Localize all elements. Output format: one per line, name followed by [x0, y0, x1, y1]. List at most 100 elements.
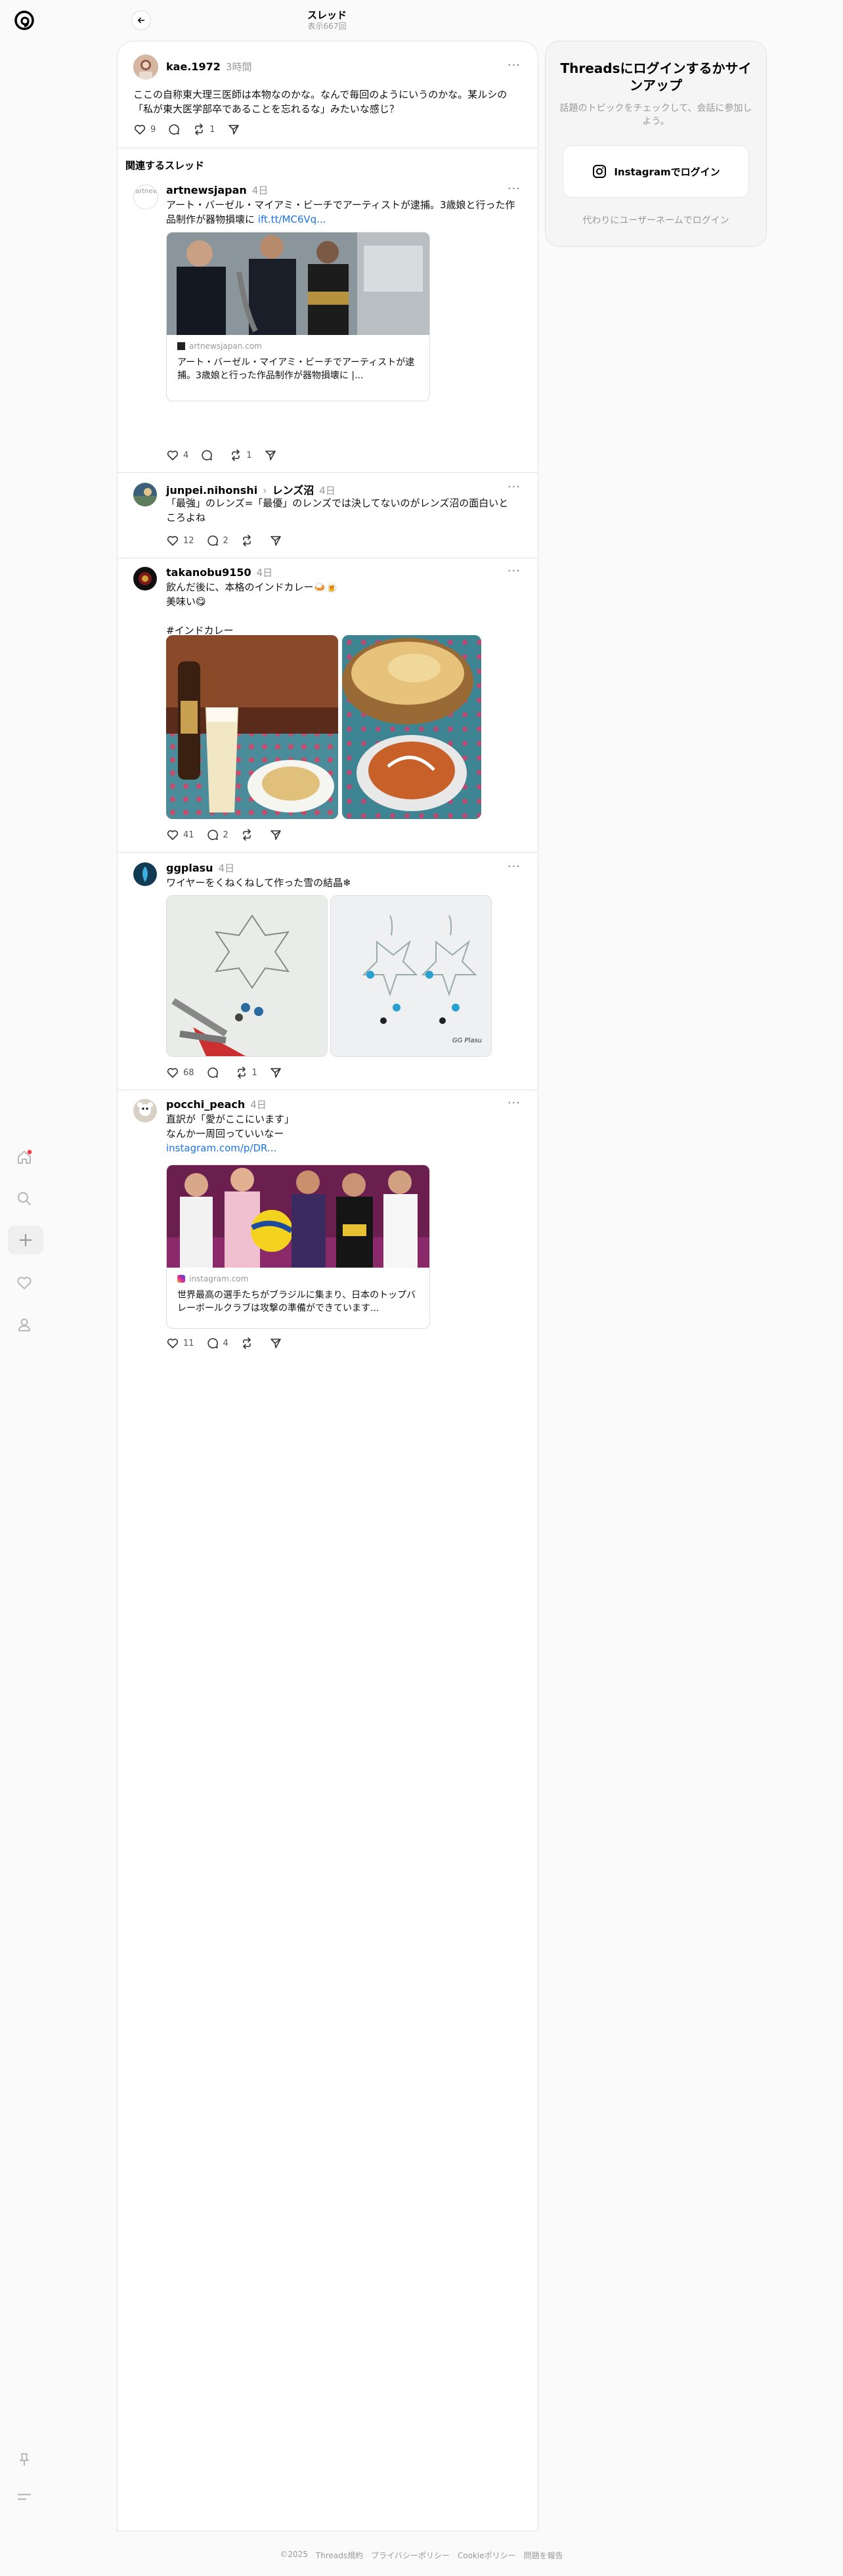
footer-link-cookies[interactable]: Cookieポリシー	[458, 2550, 516, 2561]
main-post: kae.1972 3時間 ··· ここの自称東大理三医師は本物なのかな。なんで毎回…	[118, 41, 538, 148]
repost-icon	[243, 829, 251, 841]
more-options-icon[interactable]: ···	[508, 1096, 521, 1110]
post-image[interactable]	[166, 895, 328, 1057]
avatar[interactable]: artnewsjapan	[133, 185, 158, 210]
repost-button[interactable]: 1	[235, 1066, 257, 1079]
heart-icon	[167, 830, 179, 840]
heart-icon	[167, 1339, 179, 1348]
post-time: 4日	[319, 485, 335, 497]
post-username[interactable]: takanobu9150 4日	[166, 566, 272, 579]
repost-button[interactable]: 1	[192, 123, 215, 136]
preview-image	[167, 233, 429, 335]
post-username[interactable]: pocchi_peach 4日	[166, 1098, 267, 1111]
post-time: 4日	[256, 567, 273, 579]
comment-button[interactable]: 2	[206, 828, 228, 841]
more-options-icon[interactable]: ···	[508, 480, 521, 494]
create-button[interactable]	[8, 1226, 43, 1255]
more-options-icon[interactable]: ···	[508, 860, 521, 874]
post-text: ワイヤーをくねくねして作った雪の結晶❄	[166, 877, 351, 889]
username-login-link[interactable]: 代わりにユーザーネームでログイン	[559, 213, 753, 227]
more-options-icon[interactable]: ···	[508, 564, 521, 578]
avatar-alt-text: artnewsjapan	[135, 188, 158, 195]
login-subtitle: 話題のトピックをチェックして、会話に参加しよう。	[559, 103, 752, 127]
like-button[interactable]: 9	[133, 123, 156, 136]
threads-logo-icon[interactable]	[13, 9, 35, 32]
image-watermark: GG Plasu	[452, 1037, 482, 1044]
footer-copyright: ©2025	[280, 2550, 308, 2559]
post-time: 4日	[251, 185, 269, 196]
post-text: ここの自称東大理三医師は本物なのかな。なんで毎回のようにいうのかな。某ルシの「私…	[133, 89, 508, 115]
repost-button[interactable]	[240, 1337, 257, 1350]
post-actions: 11 4	[166, 1337, 282, 1350]
post-username[interactable]: ggplasu 4日	[166, 861, 234, 875]
post-actions: 12 2	[166, 534, 282, 547]
repost-button[interactable]	[240, 828, 257, 841]
comment-button[interactable]	[206, 1066, 223, 1079]
footer-link-report[interactable]: 問題を報告	[524, 2550, 563, 2561]
share-button[interactable]	[269, 534, 282, 547]
avatar[interactable]	[133, 567, 157, 590]
footer: ©2025 Threads規約 プライバシーポリシー Cookieポリシー 問題…	[0, 2550, 843, 2561]
topic-tag[interactable]: レンズ沼	[272, 484, 314, 497]
share-button[interactable]	[227, 123, 240, 136]
post-text: 飲んだ後に、本格のインドカレー🍛🍺 美味い😋 #インドカレー	[166, 581, 338, 636]
heart-icon	[167, 1068, 179, 1078]
more-options-icon[interactable]: ···	[508, 182, 521, 196]
thread-post: ggplasu 4日 ··· ワイヤーをくねくねして作った雪の結晶❄ GG Pl…	[118, 852, 538, 1090]
send-icon	[270, 1068, 281, 1078]
share-button[interactable]	[269, 828, 282, 841]
link-preview-card[interactable]: artnewsjapan.com アート・バーゼル・マイアミ・ビーチでアーティス…	[166, 232, 430, 401]
avatar[interactable]	[133, 862, 157, 886]
repost-button[interactable]: 1	[229, 449, 252, 462]
repost-icon	[243, 535, 251, 546]
post-image[interactable]: GG Plasu	[330, 895, 492, 1057]
footer-link-privacy[interactable]: プライバシーポリシー	[371, 2550, 450, 2561]
pin-icon[interactable]	[14, 2450, 34, 2470]
share-button[interactable]	[264, 449, 277, 462]
repost-icon	[232, 449, 240, 461]
post-username[interactable]: junpei.nihonshi › レンズ沼 4日	[166, 481, 335, 497]
post-text: 直訳が「愛がここにいます」 なんか一周回っていいなー instagram.com…	[166, 1112, 515, 1155]
like-button[interactable]: 68	[166, 1066, 194, 1079]
like-button[interactable]: 41	[166, 828, 194, 841]
repost-icon	[243, 1337, 251, 1349]
post-link[interactable]: ift.tt/MC6Vq...	[258, 213, 326, 225]
share-button[interactable]	[269, 1066, 282, 1079]
heart-icon[interactable]	[14, 1273, 34, 1293]
like-button[interactable]: 4	[166, 449, 188, 462]
footer-link-terms[interactable]: Threads規約	[316, 2550, 363, 2561]
heart-icon	[167, 536, 179, 546]
like-button[interactable]: 11	[166, 1337, 194, 1350]
card-source: artnewsjapan.com	[177, 342, 419, 351]
like-button[interactable]: 12	[166, 534, 194, 547]
view-count: 表示667回	[307, 22, 347, 31]
profile-icon[interactable]	[14, 1315, 34, 1335]
post-username[interactable]: artnewsjapan 4日	[166, 183, 268, 197]
comment-button[interactable]	[200, 449, 217, 462]
repost-button[interactable]	[240, 534, 257, 547]
repost-icon	[237, 1067, 246, 1078]
instagram-login-button[interactable]: Instagramでログイン	[563, 145, 749, 198]
share-button[interactable]	[269, 1337, 282, 1350]
menu-icon[interactable]	[14, 2487, 34, 2506]
related-threads-heading: 関連するスレッド	[125, 160, 205, 171]
comment-icon	[207, 1067, 218, 1078]
more-options-icon[interactable]: ···	[508, 58, 521, 72]
login-title: Threadsにログインするかサインアップ	[560, 60, 752, 93]
avatar[interactable]	[133, 483, 157, 506]
comment-button[interactable]: 4	[206, 1337, 228, 1350]
home-icon[interactable]	[14, 1147, 34, 1167]
avatar[interactable]	[133, 55, 158, 79]
back-button[interactable]	[131, 11, 151, 30]
post-actions: 68 1	[166, 1066, 282, 1079]
link-preview-card[interactable]: instagram.com 世界最高の選手たちがブラジルに集まり、日本のトップバ…	[166, 1165, 430, 1329]
post-username[interactable]: kae.1972 3時間	[166, 60, 251, 74]
comment-button[interactable]	[167, 123, 181, 136]
avatar[interactable]	[133, 1099, 157, 1122]
comment-button[interactable]: 2	[206, 534, 228, 547]
post-image[interactable]	[342, 635, 481, 819]
post-link[interactable]: instagram.com/p/DR...	[166, 1141, 515, 1155]
search-icon[interactable]	[14, 1189, 34, 1209]
card-title: アート・バーゼル・マイアミ・ビーチでアーティストが逮捕。3歳娘と行った作品制作が…	[177, 357, 415, 381]
post-image[interactable]	[166, 635, 338, 819]
